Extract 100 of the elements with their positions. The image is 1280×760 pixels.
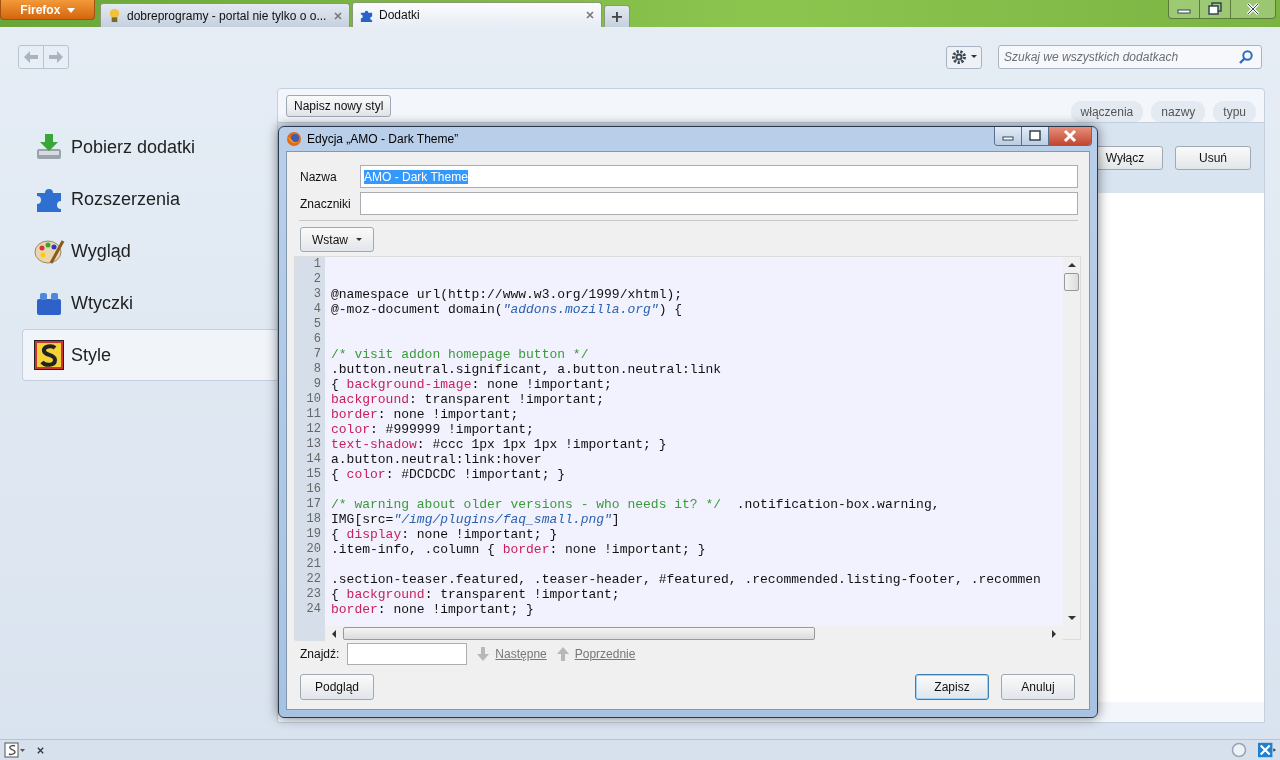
code-text: : #ccc 1px 1px 1px !important; } [416,437,667,452]
dialog-button[interactable]: Anuluj [1001,674,1075,700]
minimize-icon[interactable] [995,127,1022,145]
code-text: : none !important; } [377,602,534,617]
line-number: 23 [305,587,322,602]
sidebar-item[interactable]: Style [22,329,277,381]
code-text: a.button.neutral:link:hover [331,452,542,467]
find-label: Znajdź: [300,647,340,661]
line-number: 18 [305,512,322,527]
css-property: background [346,587,425,602]
line-number: 15 [305,467,322,482]
line-number: 21 [305,557,322,572]
code-text: : none !important; [377,407,519,422]
insert-dropdown-button[interactable]: Wstaw [300,227,374,252]
style-menu-icon[interactable] [4,742,26,758]
css-property: border [331,602,378,617]
line-number: 12 [305,422,322,437]
firefox-icon [286,131,302,147]
scroll-thumb[interactable] [343,627,815,640]
close-icon[interactable] [585,10,595,20]
caret-icon [971,55,977,59]
bulb-icon [107,8,122,23]
up-arrow-icon[interactable] [1067,262,1076,268]
field-label: Nazwa [300,169,338,184]
new-tab-button[interactable]: + [604,5,630,27]
code-text: { [331,467,340,482]
search-field[interactable]: Szukaj we wszystkich dodatkach [998,45,1262,69]
down-arrow-icon [477,647,490,661]
find-field[interactable] [347,643,468,665]
css-string: "addons.mozilla.org" [502,302,659,317]
sidebar-item[interactable]: Rozszerzenia [22,173,277,225]
line-number: 22 [305,572,322,587]
line-number: 7 [312,347,322,362]
sort-button[interactable]: typu [1213,100,1256,123]
sidebar-item[interactable]: Wtyczki [22,277,277,329]
dialog-button[interactable]: Zapisz [915,674,989,700]
code-text: .section-teaser.featured, .teaser-header, #featured, .recommended.listing-footer, .recommen [331,572,1041,587]
field-label: Znaczniki [300,196,352,211]
new-style-button[interactable]: Napisz nowy styl [286,94,392,117]
up-arrow-icon [556,647,569,661]
line-number: 2 [312,272,322,287]
item-action-button[interactable]: Usuń [1175,146,1251,170]
css-property: text-shadow [331,437,417,452]
css-property: border [331,407,378,422]
line-number: 13 [305,437,322,452]
code-text: : none !important; [471,377,612,392]
input-field[interactable] [360,192,1078,215]
sidebar-item[interactable]: Pobierz dodatki [22,121,277,173]
browser-tab[interactable]: Dodatki [352,2,602,27]
css-property: border [502,542,550,557]
sort-button[interactable]: włączenia [1070,100,1144,123]
sort-button[interactable]: nazwy [1151,100,1206,123]
line-number: 8 [312,362,322,377]
code-text: : transparent !important; [424,587,620,602]
line-number: 24 [305,602,322,617]
code-text: { [331,587,340,602]
left-arrow-icon[interactable] [331,629,337,638]
code-text: @-moz-document domain( [331,302,503,317]
line-number: 5 [312,317,322,332]
maximize-icon[interactable] [1022,127,1049,145]
code-comment: /* warning about older versions - who needs it? */ [331,497,722,512]
line-number: 11 [305,407,322,422]
scroll-thumb[interactable] [1064,273,1079,291]
line-number: 16 [305,482,322,497]
code-text: @namespace url(http://www.w3.org/1999/xhtml); [331,287,683,302]
code-text: : none !important; } [549,542,706,557]
css-property: color [331,422,370,437]
sidebar-item[interactable]: Wygląd [22,225,277,277]
line-number: 20 [305,542,322,557]
settings-icon [951,49,967,65]
down-arrow-icon[interactable] [1067,615,1076,621]
horizontal-scrollbar[interactable] [325,626,1063,641]
line-number: 6 [312,332,322,347]
right-arrow-icon[interactable] [1051,629,1057,638]
code-text: ) { [658,302,683,317]
close-icon[interactable] [36,745,45,755]
line-number: 14 [305,452,322,467]
close-icon[interactable] [1049,127,1091,145]
tools-button[interactable] [946,45,982,69]
code-text: { [331,377,340,392]
line-number: 10 [305,392,322,407]
dialog-title: Edycja „AMO - Dark Theme” [307,132,459,146]
code-text: : transparent !important; [409,392,605,407]
caret-icon [66,7,75,13]
style-logo-icon [33,339,65,371]
code-text: : none !important; } [401,527,558,542]
code-text: : #DCDCDC !important; } [385,467,566,482]
search-icon [1238,49,1254,65]
caret-icon [356,237,362,242]
code-text: .button.neutral.significant, a.button.neutral:link [331,362,722,377]
css-property: color [346,467,386,482]
line-number: 1 [312,257,322,272]
css-property: background [331,392,409,407]
code-comment: /* visit addon homepage button */ [331,347,589,362]
css-string: "/img/plugins/faq_small.png" [393,512,612,527]
dialog-button[interactable]: Podgląd [300,674,374,700]
browser-tab[interactable]: dobreprogramy - portal nie tylko o o... [100,3,350,27]
line-number: 19 [305,527,322,542]
cross-tool-icon[interactable] [1258,742,1276,758]
circle-icon [1230,742,1248,758]
